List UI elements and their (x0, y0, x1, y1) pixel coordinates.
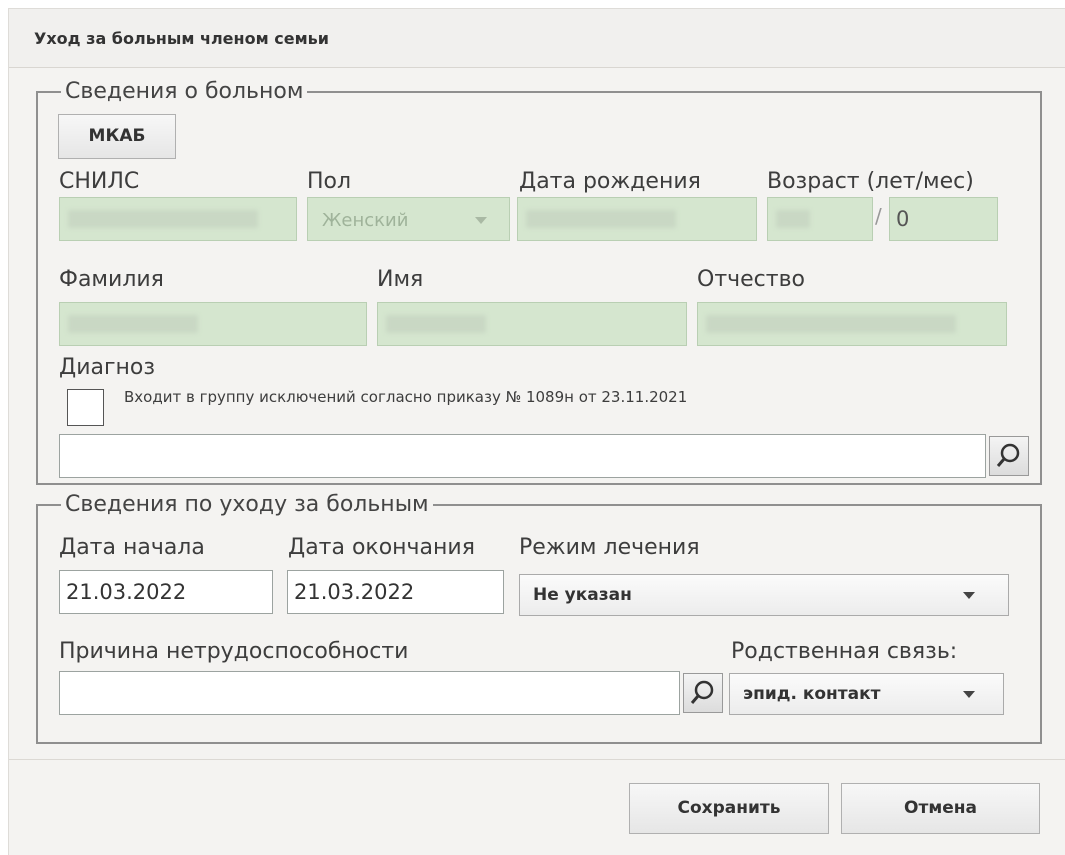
diagnosis-field[interactable] (59, 434, 986, 478)
patronymic-label: Отчество (697, 267, 806, 292)
age-years-field (767, 197, 873, 241)
gender-label: Пол (307, 169, 352, 194)
firstname-label: Имя (377, 267, 424, 292)
cancel-button[interactable]: Отмена (841, 783, 1040, 834)
patient-fieldset: Сведения о больном МКАБ СНИЛС Пол Женски… (36, 79, 1042, 485)
diagnosis-label: Диагноз (59, 355, 156, 380)
gender-select: Женский (307, 197, 510, 241)
footer-separator (9, 759, 1065, 760)
dialog-titlebar: Уход за больным членом семьи (9, 9, 1065, 68)
start-date-label: Дата начала (59, 535, 205, 560)
patronymic-blurred-value (706, 315, 956, 333)
lastname-label: Фамилия (59, 267, 164, 292)
snils-label: СНИЛС (59, 169, 140, 194)
end-date-field[interactable]: 21.03.2022 (287, 570, 504, 614)
chevron-down-icon (963, 592, 975, 599)
magnifier-icon (690, 680, 714, 704)
lastname-blurred-value (68, 315, 198, 333)
care-fieldset: Сведения по уходу за больным Дата начала… (36, 492, 1042, 744)
birthdate-label: Дата рождения (519, 169, 701, 194)
chevron-down-icon (475, 217, 487, 224)
age-months-field: 0 (889, 197, 998, 241)
patronymic-field (697, 302, 1007, 346)
lastname-field (59, 302, 367, 346)
birthdate-field (517, 197, 757, 241)
firstname-blurred-value (386, 315, 486, 333)
birthdate-blurred-value (526, 210, 676, 228)
magnifier-icon (996, 443, 1020, 467)
age-separator: / (875, 204, 882, 228)
snils-field (59, 197, 297, 241)
incapacity-reason-label: Причина нетрудоспособности (59, 639, 409, 664)
incapacity-reason-search-button[interactable] (683, 673, 723, 713)
treatment-mode-label: Режим лечения (519, 535, 700, 560)
snils-blurred-value (68, 210, 258, 228)
relation-select[interactable]: эпид. контакт (729, 673, 1004, 715)
care-dialog: Уход за больным членом семьи Сведения о … (8, 8, 1065, 855)
age-years-blurred-value (776, 210, 810, 228)
treatment-mode-value: Не указан (533, 585, 632, 605)
gender-value: Женский (322, 210, 409, 231)
exclusion-checkbox[interactable] (67, 389, 104, 426)
age-label: Возраст (лет/мес) (767, 169, 974, 194)
mkab-button[interactable]: МКАБ (58, 114, 176, 159)
save-button[interactable]: Сохранить (629, 783, 829, 834)
exclusion-checkbox-label: Входит в группу исключений согласно прик… (124, 388, 688, 406)
relation-value: эпид. контакт (743, 684, 881, 704)
patient-legend: Сведения о больном (61, 79, 308, 105)
firstname-field (377, 302, 687, 346)
dialog-title: Уход за больным членом семьи (34, 29, 329, 48)
incapacity-reason-field[interactable] (59, 671, 680, 715)
diagnosis-search-button[interactable] (989, 436, 1029, 476)
age-months-value: 0 (896, 207, 910, 231)
chevron-down-icon (963, 691, 975, 698)
start-date-field[interactable]: 21.03.2022 (59, 570, 273, 614)
relation-label: Родственная связь: (731, 639, 958, 664)
end-date-label: Дата окончания (288, 535, 475, 560)
treatment-mode-select[interactable]: Не указан (519, 574, 1009, 616)
care-legend: Сведения по уходу за больным (61, 492, 433, 518)
